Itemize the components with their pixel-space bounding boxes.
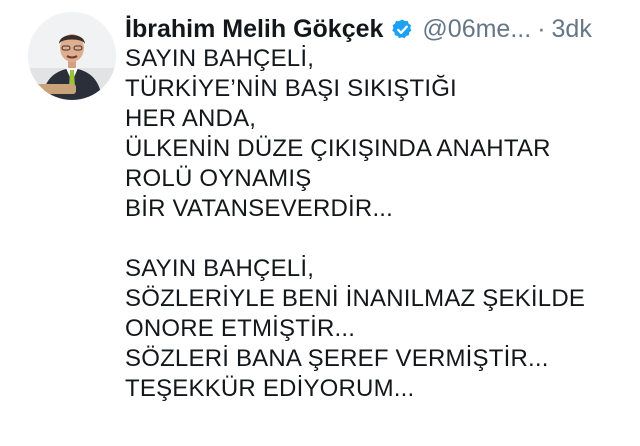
avatar-image <box>28 12 116 100</box>
avatar[interactable] <box>28 12 116 100</box>
tweet-line: HER ANDA, <box>125 105 257 132</box>
tweet-line: SÖZLERİ BANA ŞEREF VERMİŞTİR... <box>125 345 549 372</box>
author-name[interactable]: İbrahim Melih Gökçek <box>125 12 383 46</box>
tweet-line: BİR VATANSEVERDİR... <box>125 195 394 222</box>
verified-badge-icon <box>391 18 414 41</box>
separator-dot: · <box>537 15 546 43</box>
tweet-header: İbrahim Melih Gökçek @06me... · 3dk <box>125 12 592 46</box>
tweet-text: SAYIN BAHÇELİ, TÜRKİYE’NİN BAŞI SIKIŞTIĞ… <box>125 44 630 404</box>
tweet-line: TÜRKİYE’NİN BAŞI SIKIŞTIĞI <box>125 75 457 102</box>
timestamp[interactable]: 3dk <box>552 12 592 46</box>
tweet-line: SAYIN BAHÇELİ, <box>125 45 315 72</box>
tweet-line: SÖZLERİYLE BENİ İNANILMAZ ŞEKİLDE <box>125 285 586 312</box>
tweet-line: ROLÜ OYNAMIŞ <box>125 165 312 192</box>
tweet-line: ÜLKENİN DÜZE ÇIKIŞINDA ANAHTAR <box>125 135 551 162</box>
author-handle[interactable]: @06me... <box>422 12 531 46</box>
tweet-line: TEŞEKKÜR EDİYORUM... <box>125 375 415 402</box>
tweet-line: ONORE ETMİŞTİR... <box>125 315 356 342</box>
tweet-card: İbrahim Melih Gökçek @06me... · 3dk SAYI… <box>0 0 640 446</box>
tweet-line: SAYIN BAHÇELİ, <box>125 255 315 282</box>
paragraph-break <box>125 224 630 254</box>
